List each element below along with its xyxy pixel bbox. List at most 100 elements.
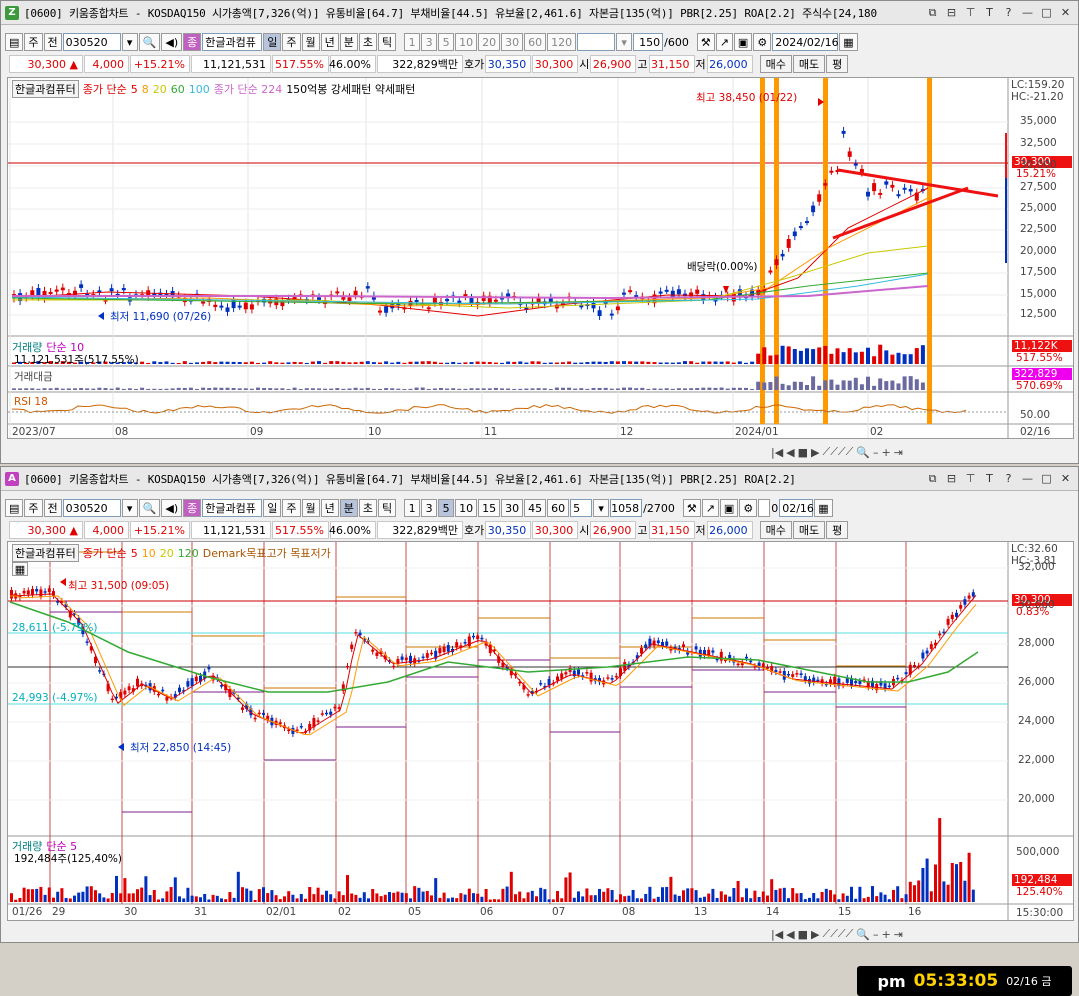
eval-button[interactable]: 평 [826,55,849,73]
period-tick[interactable]: 틱 [378,33,397,51]
interval-1[interactable]: 1 [404,33,421,51]
date-input[interactable]: 2024/02/16 [772,33,839,51]
period-month[interactable]: 월 [301,499,320,517]
count-input[interactable]: 150 [633,33,664,51]
mode-select[interactable]: 주 [24,33,43,51]
period-week[interactable]: 주 [282,499,301,517]
period-day[interactable]: 일 [263,499,282,517]
close-icon[interactable]: ✕ [1057,471,1074,486]
stop-icon[interactable]: ■ [798,446,808,459]
period-tick[interactable]: 틱 [378,499,397,517]
close-icon[interactable]: ✕ [1057,5,1074,20]
minute-chart-area[interactable]: 한글과컴퓨터 종가 단순 5 10 20 120 Demark목표고가 목표저가… [7,541,1074,921]
save-icon[interactable]: ▣ [719,499,739,517]
date-input[interactable]: 02/16 [779,499,814,517]
period-second[interactable]: 초 [358,499,377,517]
draw-icon[interactable]: ↗ [701,499,719,517]
calendar-icon[interactable]: ▦ [839,33,858,51]
stock-name-label[interactable]: 한글과컴퓨터 [12,544,79,562]
interval-20[interactable]: 20 [478,33,501,51]
save-icon[interactable]: ▣ [733,33,753,51]
sell-button[interactable]: 매도 [792,521,826,539]
stop-icon[interactable]: ■ [798,928,808,941]
next-icon[interactable]: ▶ [811,446,819,459]
stock-name-label[interactable]: 한글과컴퓨터 [12,80,79,98]
help-icon[interactable]: ? [1000,5,1017,20]
interval-dropdown-icon[interactable]: ▾ [616,33,633,51]
expand-icon[interactable]: + [882,446,891,459]
interval-120[interactable]: 120 [547,33,577,51]
tile-icon[interactable]: ⧉ [924,471,941,486]
interval-10[interactable]: 10 [455,33,478,51]
indicator-icon[interactable]: ⚒ [696,33,715,51]
period-week[interactable]: 주 [282,33,301,51]
interval-30[interactable]: 30 [501,499,524,517]
rewind-icon[interactable]: |◀ [771,928,783,941]
eval-button[interactable]: 평 [826,521,849,539]
tile-icon[interactable]: ⧉ [924,5,941,20]
daily-chart-area[interactable]: 한글과컴퓨터 종가 단순 5 8 20 60 100 종가 단순 224 150… [7,77,1074,439]
indicator-icon[interactable]: ⚒ [682,499,701,517]
prev-button[interactable]: 전 [43,499,62,517]
pattern-tools-icon[interactable]: ⟋⟋⟋⟋ [823,445,854,459]
calendar-icon[interactable]: ▦ [814,499,833,517]
interval-dropdown-icon[interactable]: ▾ [593,499,610,517]
table-icon[interactable]: ▦ [12,562,28,576]
buy-button[interactable]: 매수 [759,55,792,73]
interval-15[interactable]: 15 [478,499,501,517]
interval-60[interactable]: 60 [547,499,570,517]
mode-select[interactable]: 주 [24,499,43,517]
expand-icon[interactable]: + [882,928,891,941]
period-minute[interactable]: 분 [339,33,358,51]
interval-5[interactable]: 5 [438,33,455,51]
prev-button[interactable]: 전 [43,33,62,51]
zoom-icon[interactable]: 🔍 [856,928,870,941]
maximize-icon[interactable]: □ [1038,471,1055,486]
text-icon[interactable]: T [981,5,998,20]
buy-button[interactable]: 매수 [759,521,792,539]
code-dropdown-icon[interactable]: ▾ [121,499,138,517]
search-icon[interactable]: 🔍 [138,499,161,517]
menu-button[interactable]: ▤ [5,499,24,517]
code-input[interactable]: 030520 [62,499,121,517]
pin-icon[interactable]: ⊤ [962,471,979,486]
count-input[interactable]: 1058 [610,499,643,517]
pin-icon[interactable]: ⊤ [962,5,979,20]
sell-button[interactable]: 매도 [792,55,826,73]
search-icon[interactable]: 🔍 [138,33,161,51]
fit-icon[interactable]: ⇥ [894,928,903,941]
settings-icon[interactable]: ⚙ [739,499,758,517]
interval-30[interactable]: 30 [501,33,524,51]
interval-custom[interactable]: 5 [570,499,593,517]
zoom-icon[interactable]: 🔍 [856,446,870,459]
settings-icon[interactable]: ⚙ [753,33,772,51]
interval-45[interactable]: 45 [524,499,547,517]
checkbox[interactable] [758,499,771,517]
next-icon[interactable]: ▶ [811,928,819,941]
interval-3[interactable]: 3 [421,499,438,517]
sound-icon[interactable]: ◀) [161,499,183,517]
draw-icon[interactable]: ↗ [715,33,733,51]
maximize-icon[interactable]: □ [1038,5,1055,20]
text-icon[interactable]: T [981,471,998,486]
period-minute[interactable]: 분 [339,499,358,517]
pattern-tools-icon[interactable]: ⟋⟋⟋⟋ [823,927,854,941]
minimize-icon[interactable]: — [1019,5,1036,20]
menu-button[interactable]: ▤ [5,33,24,51]
interval-10[interactable]: 10 [455,499,478,517]
help-icon[interactable]: ? [1000,471,1017,486]
sound-icon[interactable]: ◀) [161,33,183,51]
interval-60[interactable]: 60 [524,33,547,51]
interval-1[interactable]: 1 [404,499,421,517]
interval-5[interactable]: 5 [438,499,455,517]
minimize-icon[interactable]: — [1019,471,1036,486]
fit-icon[interactable]: ⇥ [894,446,903,459]
period-day[interactable]: 일 [263,33,282,51]
shrink-icon[interactable]: – [873,446,879,459]
rewind-icon[interactable]: |◀ [771,446,783,459]
link-icon[interactable]: ⊟ [943,5,960,20]
code-input[interactable]: 030520 [62,33,121,51]
code-dropdown-icon[interactable]: ▾ [121,33,138,51]
interval-3[interactable]: 3 [421,33,438,51]
prev-icon[interactable]: ◀ [786,928,794,941]
